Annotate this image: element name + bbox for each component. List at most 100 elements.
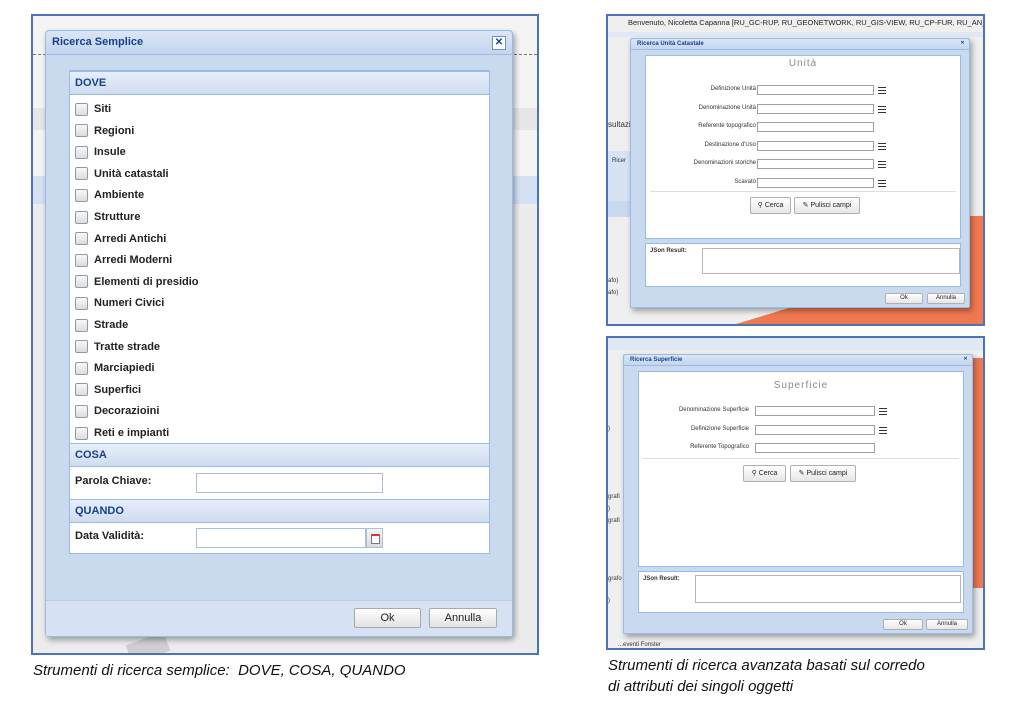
dove-checkbox[interactable] xyxy=(75,404,88,418)
dove-checkbox[interactable] xyxy=(75,275,88,289)
window-footer: Ok Annulla xyxy=(46,600,512,636)
dove-option[interactable]: Numeri Civici xyxy=(75,293,164,313)
ok-button[interactable]: Ok xyxy=(354,608,421,628)
list-icon[interactable] xyxy=(878,161,886,169)
close-icon[interactable]: ✕ xyxy=(962,357,969,364)
superficie-clear-label: Pulisci campi xyxy=(806,470,848,477)
dove-checkbox[interactable] xyxy=(75,124,88,138)
calendar-icon[interactable] xyxy=(366,528,383,548)
unita-field-input[interactable] xyxy=(757,140,874,151)
validity-date-input[interactable] xyxy=(196,528,366,548)
cancel-button[interactable]: Annulla xyxy=(429,608,497,628)
close-icon[interactable]: ✕ xyxy=(492,36,506,50)
simple-search-window[interactable]: Ricerca Semplice ✕ DOVE Siti Regioni Insul… xyxy=(45,30,513,637)
magnifier-icon: ⚲ xyxy=(751,470,757,477)
superficie-window[interactable]: Ricerca Superficie ✕ Superficie Denomina… xyxy=(623,354,973,634)
unita-field-input[interactable] xyxy=(757,85,874,95)
dove-option[interactable]: Arredi Antichi xyxy=(75,229,166,249)
unita-ok-button[interactable]: Ok xyxy=(885,293,923,304)
dove-checkbox[interactable] xyxy=(75,253,88,267)
superficie-json-output[interactable] xyxy=(695,575,961,603)
list-icon[interactable] xyxy=(879,408,887,415)
screenshot-simple-search: Ricerca Semplice ✕ DOVE Siti Regioni Insul… xyxy=(31,14,539,655)
superficie-search-button[interactable]: ⚲ Cerca xyxy=(743,465,786,482)
superficie-field-input[interactable] xyxy=(755,424,875,435)
unita-field-input[interactable] xyxy=(757,159,874,170)
dove-option[interactable]: Reti e impianti xyxy=(75,423,169,443)
superficie-window-title: Ricerca Superficie xyxy=(630,357,683,363)
dove-checkbox[interactable] xyxy=(75,296,88,310)
dove-option-label: Insule xyxy=(94,146,126,159)
dove-checkbox[interactable] xyxy=(75,145,88,159)
dove-checkbox[interactable] xyxy=(75,340,88,354)
unita-cancel-button[interactable]: Annulla xyxy=(927,293,965,304)
bg-fragment-2: grafi xyxy=(608,494,620,500)
window-header[interactable]: Ricerca Semplice ✕ xyxy=(46,31,512,55)
dove-checkbox[interactable] xyxy=(75,188,88,202)
dove-checkbox[interactable] xyxy=(75,167,88,181)
section-quando-header[interactable]: QUANDO xyxy=(70,499,489,523)
dove-option[interactable]: Arredi Moderni xyxy=(75,250,172,270)
dove-option-label: Reti e impianti xyxy=(94,427,170,439)
dove-checkbox[interactable] xyxy=(75,102,88,116)
unita-json-output[interactable] xyxy=(702,248,960,274)
dove-option[interactable]: Elementi di presidio xyxy=(75,272,199,292)
dove-checkbox[interactable] xyxy=(75,426,88,440)
dove-option[interactable]: Tratte strade xyxy=(75,337,160,357)
unita-window[interactable]: Ricerca Unità Catastale ✕ Unità Definizi… xyxy=(630,38,970,308)
list-icon[interactable] xyxy=(878,87,886,94)
section-cosa-header[interactable]: COSA xyxy=(70,443,489,467)
dove-option[interactable]: Strutture xyxy=(75,207,140,227)
superficie-ok-button[interactable]: Ok xyxy=(883,619,923,630)
dove-checkbox[interactable] xyxy=(75,383,88,397)
dove-option[interactable]: Siti xyxy=(75,99,111,119)
superficie-form: Superficie Denominazione Superficie Defin… xyxy=(638,371,964,567)
unita-divider xyxy=(650,191,956,192)
keyword-label: Parola Chiave: xyxy=(75,475,152,487)
superficie-field-input[interactable] xyxy=(755,443,875,453)
unita-field-label: Definizione Unità xyxy=(710,86,756,92)
screenshot-superficie: ) grafi ) grafi grafo ) ...eventi Fonste… xyxy=(606,336,985,650)
dove-option[interactable]: Insule xyxy=(75,142,126,162)
unita-field-label: Scavato xyxy=(734,179,756,185)
dove-option[interactable]: Superfici xyxy=(75,380,141,400)
dove-option[interactable]: Strade xyxy=(75,315,128,335)
eraser-icon: ✎ xyxy=(802,202,809,209)
superficie-cancel-button[interactable]: Annulla xyxy=(926,619,968,630)
dove-option-label: Elementi di presidio xyxy=(94,275,199,288)
unita-field-label: Denominazioni storiche xyxy=(693,160,756,167)
dove-option-label: Regioni xyxy=(94,124,135,137)
list-icon[interactable] xyxy=(879,426,887,434)
dove-checkbox[interactable] xyxy=(75,361,88,375)
superficie-clear-button[interactable]: ✎ Pulisci campi xyxy=(790,465,856,482)
unita-field-input[interactable] xyxy=(757,103,874,114)
dove-checkbox[interactable] xyxy=(75,210,88,224)
dove-option[interactable]: Ambiente xyxy=(75,185,144,205)
dove-checkbox[interactable] xyxy=(75,318,88,332)
keyword-input[interactable] xyxy=(196,473,383,493)
magnifier-icon: ⚲ xyxy=(757,202,763,209)
caption-advanced-search-line-2: di attributi dei singoli oggetti xyxy=(608,678,794,695)
unita-field-input[interactable] xyxy=(757,122,874,133)
superficie-field-input[interactable] xyxy=(755,406,875,416)
unita-window-header[interactable]: Ricerca Unità Catastale ✕ xyxy=(631,39,969,50)
superficie-window-header[interactable]: Ricerca Superficie ✕ xyxy=(624,355,972,366)
unita-clear-button[interactable]: ✎ Pulisci campi xyxy=(794,197,860,214)
bg-fragment-3: afo) xyxy=(608,278,619,284)
list-icon[interactable] xyxy=(878,180,886,187)
dove-option-label: Strutture xyxy=(94,211,141,223)
list-icon[interactable] xyxy=(878,105,886,113)
dove-option[interactable]: Decorazioini xyxy=(75,401,159,421)
dove-option[interactable]: Unità catastali xyxy=(75,164,169,184)
dove-checkbox[interactable] xyxy=(75,232,88,246)
dove-option[interactable]: Regioni xyxy=(75,121,134,141)
list-icon[interactable] xyxy=(878,142,886,150)
eraser-icon: ✎ xyxy=(798,470,805,477)
unita-field-label: Denominazione Unità xyxy=(698,104,756,111)
unita-search-button[interactable]: ⚲ Cerca xyxy=(750,197,791,214)
dove-option[interactable]: Marciapiedi xyxy=(75,358,155,378)
superficie-search-label: Cerca xyxy=(758,470,778,477)
unita-field-input[interactable] xyxy=(757,178,874,188)
bg-footer-fragment: ...eventi Fonster xyxy=(618,642,662,648)
close-icon[interactable]: ✕ xyxy=(959,41,966,48)
